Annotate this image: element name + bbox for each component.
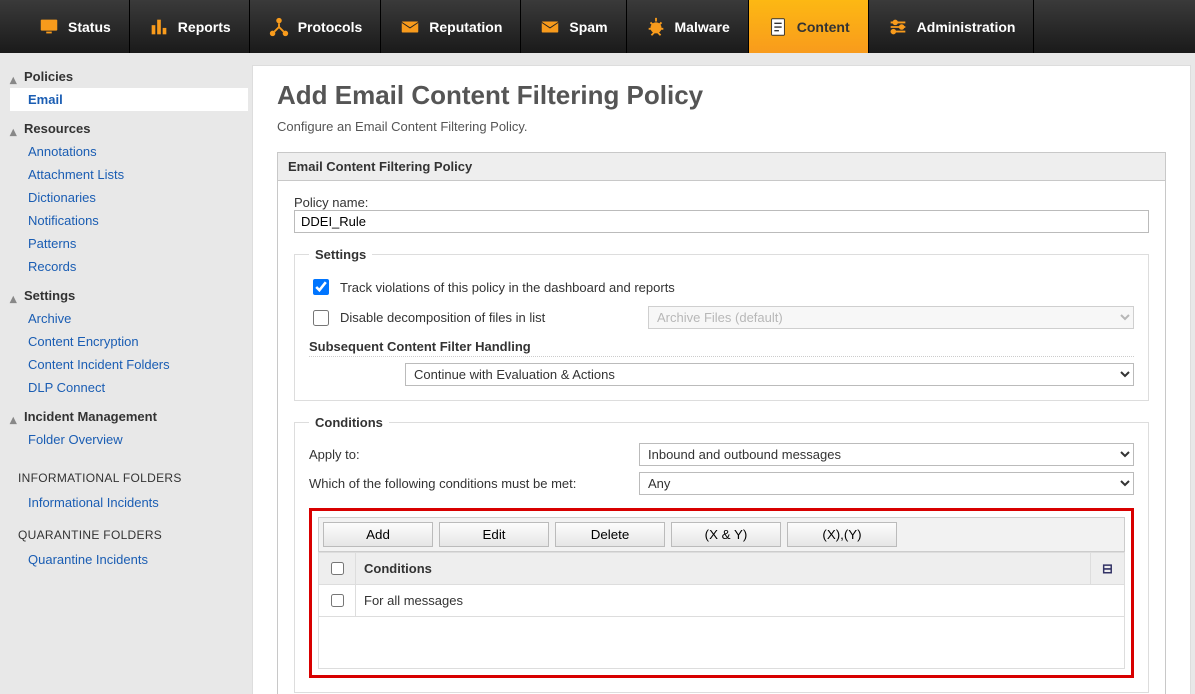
table-row-empty bbox=[319, 617, 1125, 669]
sidebar-item-archive[interactable]: Archive bbox=[10, 307, 248, 330]
sidebar-item-quarantine-incidents[interactable]: Quarantine Incidents bbox=[10, 548, 248, 571]
subsequent-handling-select[interactable]: Continue with Evaluation & Actions bbox=[405, 363, 1134, 386]
add-button[interactable]: Add bbox=[323, 522, 433, 547]
sidebar-item-content-encryption[interactable]: Content Encryption bbox=[10, 330, 248, 353]
sliders-icon bbox=[887, 16, 909, 38]
apply-to-label: Apply to: bbox=[309, 447, 629, 462]
sidebar-item-notifications[interactable]: Notifications bbox=[10, 209, 248, 232]
disable-decomposition-label: Disable decomposition of files in list bbox=[340, 310, 640, 325]
bar-chart-icon bbox=[148, 16, 170, 38]
main-content: Add Email Content Filtering Policy Confi… bbox=[252, 65, 1191, 694]
sidebar-item-folder-overview[interactable]: Folder Overview bbox=[10, 428, 248, 451]
nav-label: Malware bbox=[675, 19, 730, 35]
network-icon bbox=[268, 16, 290, 38]
nav-label: Protocols bbox=[298, 19, 363, 35]
track-violations-checkbox[interactable] bbox=[313, 279, 329, 295]
sidebar-header-incident-management[interactable]: ▴ Incident Management bbox=[10, 405, 248, 428]
nav-reports[interactable]: Reports bbox=[130, 0, 250, 53]
nav-reputation[interactable]: Reputation bbox=[381, 0, 521, 53]
nav-label: Reputation bbox=[429, 19, 502, 35]
file-list-select[interactable]: Archive Files (default) bbox=[648, 306, 1134, 329]
sidebar-section-quarantine-folders: QUARANTINE FOLDERS bbox=[10, 514, 248, 548]
table-row: For all messages bbox=[319, 585, 1125, 617]
panel-header: Email Content Filtering Policy bbox=[278, 153, 1165, 181]
policy-panel: Email Content Filtering Policy Policy na… bbox=[277, 152, 1166, 694]
monitor-icon bbox=[38, 16, 60, 38]
sidebar-item-records[interactable]: Records bbox=[10, 255, 248, 278]
sidebar-item-content-incident-folders[interactable]: Content Incident Folders bbox=[10, 353, 248, 376]
page-title: Add Email Content Filtering Policy bbox=[277, 80, 1166, 111]
which-conditions-select[interactable]: Any bbox=[639, 472, 1134, 495]
settings-legend: Settings bbox=[309, 247, 372, 262]
chevron-up-icon: ▴ bbox=[10, 291, 20, 301]
sidebar-item-informational-incidents[interactable]: Informational Incidents bbox=[10, 491, 248, 514]
select-all-checkbox[interactable] bbox=[331, 562, 344, 575]
nav-label: Administration bbox=[917, 19, 1016, 35]
conditions-table: Conditions ⊟ For all messages bbox=[318, 552, 1125, 669]
document-icon bbox=[767, 16, 789, 38]
sidebar-section-informational-folders: INFORMATIONAL FOLDERS bbox=[10, 457, 248, 491]
edit-button[interactable]: Edit bbox=[439, 522, 549, 547]
sidebar-item-dlp-connect[interactable]: DLP Connect bbox=[10, 376, 248, 399]
nav-label: Spam bbox=[569, 19, 607, 35]
disable-decomposition-checkbox[interactable] bbox=[313, 310, 329, 326]
nav-label: Content bbox=[797, 19, 850, 35]
group-or-button[interactable]: (X),(Y) bbox=[787, 522, 897, 547]
envelope-badge-icon bbox=[399, 16, 421, 38]
nav-label: Reports bbox=[178, 19, 231, 35]
sidebar-item-patterns[interactable]: Patterns bbox=[10, 232, 248, 255]
conditions-column-header: Conditions bbox=[356, 553, 1091, 585]
apply-to-select[interactable]: Inbound and outbound messages bbox=[639, 443, 1134, 466]
sidebar: ▴ Policies Email ▴ Resources Annotations… bbox=[0, 53, 248, 694]
sidebar-item-annotations[interactable]: Annotations bbox=[10, 140, 248, 163]
sidebar-header-policies[interactable]: ▴ Policies bbox=[10, 65, 248, 88]
nav-content[interactable]: Content bbox=[749, 0, 869, 53]
chevron-up-icon: ▴ bbox=[10, 72, 20, 82]
nav-label: Status bbox=[68, 19, 111, 35]
settings-section: Settings Track violations of this policy… bbox=[294, 247, 1149, 401]
row-checkbox[interactable] bbox=[331, 594, 344, 607]
which-conditions-label: Which of the following conditions must b… bbox=[309, 476, 629, 491]
nav-status[interactable]: Status bbox=[20, 0, 130, 53]
conditions-toolbar: Add Edit Delete (X & Y) (X),(Y) bbox=[318, 517, 1125, 552]
sidebar-item-email[interactable]: Email bbox=[10, 88, 248, 111]
top-nav: Status Reports Protocols Reputation Spam… bbox=[0, 0, 1195, 53]
conditions-section: Conditions Apply to: Inbound and outboun… bbox=[294, 415, 1149, 693]
page-subtitle: Configure an Email Content Filtering Pol… bbox=[277, 119, 1166, 134]
chevron-up-icon: ▴ bbox=[10, 412, 20, 422]
sidebar-item-attachment-lists[interactable]: Attachment Lists bbox=[10, 163, 248, 186]
nav-protocols[interactable]: Protocols bbox=[250, 0, 382, 53]
collapse-icon[interactable]: ⊟ bbox=[1102, 561, 1113, 576]
chevron-up-icon: ▴ bbox=[10, 124, 20, 134]
nav-spam[interactable]: Spam bbox=[521, 0, 626, 53]
delete-button[interactable]: Delete bbox=[555, 522, 665, 547]
group-and-button[interactable]: (X & Y) bbox=[671, 522, 781, 547]
track-violations-label: Track violations of this policy in the d… bbox=[340, 280, 675, 295]
conditions-legend: Conditions bbox=[309, 415, 389, 430]
subsequent-label: Subsequent Content Filter Handling bbox=[309, 339, 1134, 357]
policy-name-label: Policy name: bbox=[294, 195, 368, 210]
sidebar-header-settings[interactable]: ▴ Settings bbox=[10, 284, 248, 307]
nav-administration[interactable]: Administration bbox=[869, 0, 1035, 53]
sidebar-header-resources[interactable]: ▴ Resources bbox=[10, 117, 248, 140]
bug-icon bbox=[645, 16, 667, 38]
nav-malware[interactable]: Malware bbox=[627, 0, 749, 53]
conditions-highlight-box: Add Edit Delete (X & Y) (X),(Y) Conditio… bbox=[309, 508, 1134, 678]
policy-name-input[interactable] bbox=[294, 210, 1149, 233]
condition-cell[interactable]: For all messages bbox=[356, 585, 1125, 617]
sidebar-item-dictionaries[interactable]: Dictionaries bbox=[10, 186, 248, 209]
envelope-icon bbox=[539, 16, 561, 38]
